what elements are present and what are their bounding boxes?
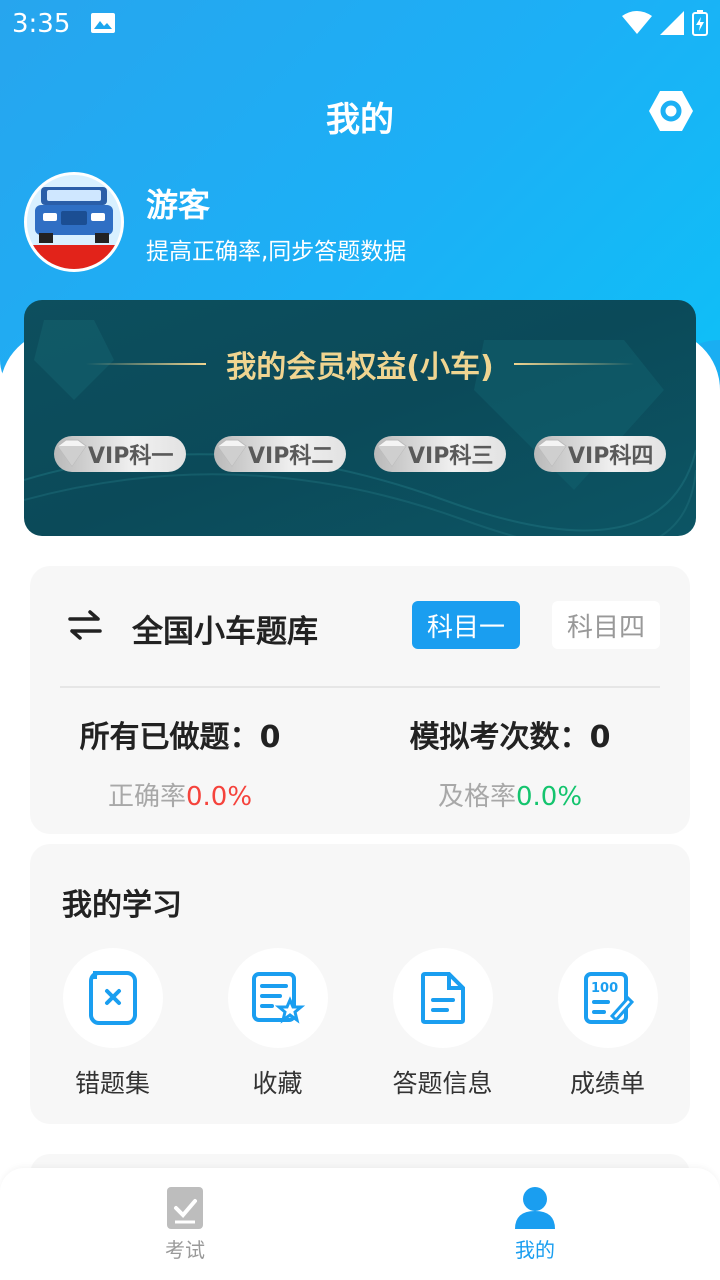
study-item-wrong-questions[interactable]: 错题集 xyxy=(38,948,188,1100)
question-bank-card: 全国小车题库 科目一 科目四 所有已做题：0 正确率0.0% 模拟考次数：0 及… xyxy=(30,566,690,834)
mock-label: 模拟考次数： xyxy=(409,720,590,755)
pass-value: 0.0% xyxy=(515,782,583,812)
vip-title-line-left xyxy=(86,363,207,365)
user-name[interactable]: 游客 xyxy=(146,180,210,226)
vip-badge-label: VIP科三 xyxy=(408,444,494,469)
mock-exam-stat: 模拟考次数：0 及格率0.0% xyxy=(360,712,660,813)
tab-subject-1[interactable]: 科目一 xyxy=(412,601,520,649)
bottom-tab-bar: 考试 我的 xyxy=(0,1168,720,1280)
tab-label: 我的 xyxy=(515,1238,555,1262)
favorite-list-icon xyxy=(251,972,305,1024)
done-label: 所有已做题： xyxy=(79,720,260,755)
diamond-icon xyxy=(217,439,247,467)
vip-decoration xyxy=(24,320,696,536)
battery-icon xyxy=(692,10,708,36)
document-icon xyxy=(420,972,465,1024)
diamond-icon xyxy=(537,439,567,467)
image-notification-icon xyxy=(91,13,115,33)
car-logo-icon xyxy=(27,175,121,269)
avatar[interactable] xyxy=(24,172,124,272)
done-value: 0 xyxy=(259,720,281,755)
my-study-card: 我的学习 错题集 收藏 答题信息 100 成绩单 xyxy=(30,844,690,1124)
tab-label: 考试 xyxy=(165,1238,205,1262)
accuracy-label: 正确率 xyxy=(107,782,186,812)
mock-value: 0 xyxy=(589,720,611,755)
pass-label: 及格率 xyxy=(437,782,516,812)
user-icon xyxy=(515,1187,555,1229)
vip-badge-label: VIP科一 xyxy=(88,444,174,469)
accuracy-value: 0.0% xyxy=(185,782,253,812)
vip-badge-label: VIP科二 xyxy=(248,444,334,469)
vip-title-line-right xyxy=(513,363,634,365)
study-item-label: 成绩单 xyxy=(569,1069,645,1098)
study-item-label: 收藏 xyxy=(252,1069,303,1098)
svg-text:100: 100 xyxy=(591,981,618,996)
vip-badge-subject-3[interactable]: VIP科三 xyxy=(374,436,506,472)
study-item-score-sheet[interactable]: 100 成绩单 xyxy=(533,948,683,1100)
diamond-icon xyxy=(377,439,407,467)
signal-icon xyxy=(660,11,684,35)
wifi-icon xyxy=(622,11,652,34)
study-item-label: 答题信息 xyxy=(392,1069,493,1098)
tab-subject-4[interactable]: 科目四 xyxy=(552,601,660,649)
study-title: 我的学习 xyxy=(62,888,182,923)
page-title: 我的 xyxy=(326,100,394,140)
score-sheet-icon: 100 xyxy=(583,972,634,1024)
vip-badge-subject-2[interactable]: VIP科二 xyxy=(214,436,346,472)
vip-benefits-card[interactable]: 我的会员权益(小车) VIP科一 VIP科二 VIP科三 VIP科四 xyxy=(24,300,696,536)
user-subtitle[interactable]: 提高正确率,同步答题数据 xyxy=(146,232,406,266)
study-item-favorites[interactable]: 收藏 xyxy=(203,948,353,1100)
settings-icon[interactable] xyxy=(648,88,694,134)
study-item-label: 错题集 xyxy=(74,1069,150,1098)
status-bar: 3:35 xyxy=(0,0,720,50)
divider xyxy=(60,686,660,688)
diamond-icon xyxy=(57,439,87,467)
tab-exam[interactable]: 考试 xyxy=(125,1186,245,1263)
done-questions-stat: 所有已做题：0 正确率0.0% xyxy=(30,712,330,813)
status-time: 3:35 xyxy=(12,9,71,39)
vip-badge-subject-1[interactable]: VIP科一 xyxy=(54,436,186,472)
vip-title: 我的会员权益(小车) xyxy=(226,350,494,385)
vip-badge-label: VIP科四 xyxy=(568,444,654,469)
question-bank-name[interactable]: 全国小车题库 xyxy=(132,606,318,651)
study-item-answer-info[interactable]: 答题信息 xyxy=(368,948,518,1100)
swap-icon[interactable] xyxy=(68,610,102,640)
vip-badge-subject-4[interactable]: VIP科四 xyxy=(534,436,666,472)
tab-mine[interactable]: 我的 xyxy=(475,1186,595,1263)
exam-icon xyxy=(167,1187,203,1229)
wrong-book-icon xyxy=(88,971,137,1025)
